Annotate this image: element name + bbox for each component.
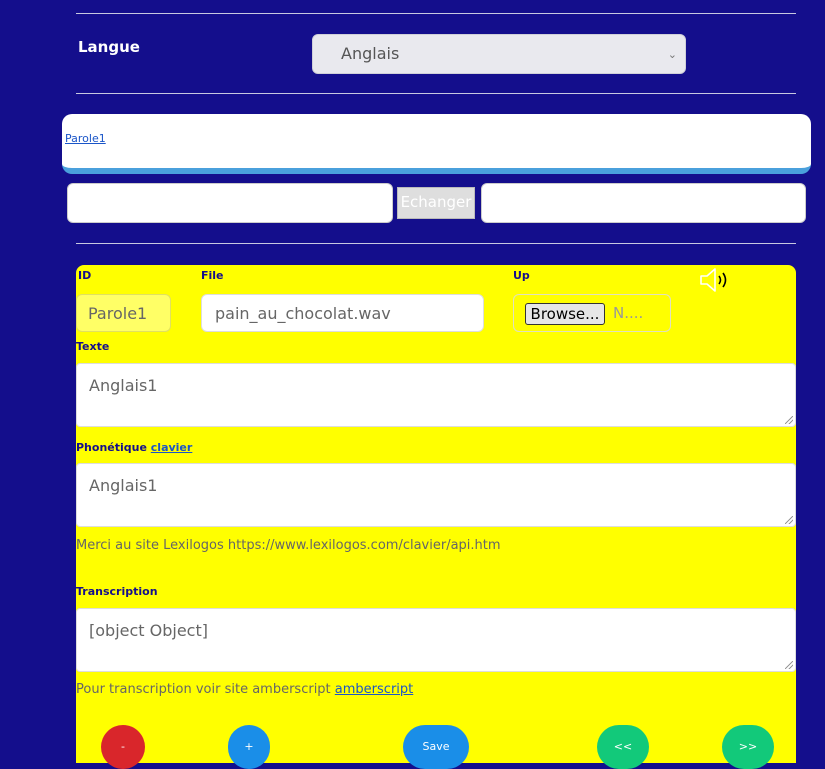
- language-selected-value: Anglais: [341, 44, 400, 63]
- phonetique-value: Anglais1: [89, 476, 158, 495]
- phonetique-label: Phonétique clavier: [76, 441, 192, 454]
- swap-right-input[interactable]: [481, 183, 806, 223]
- swap-left-input[interactable]: [67, 183, 393, 223]
- speaker-icon[interactable]: [698, 267, 734, 293]
- remove-button[interactable]: -: [101, 725, 145, 769]
- up-label: Up: [513, 269, 530, 282]
- file-label: File: [201, 269, 224, 282]
- parole-form-card: ID File Up Parole1 pain_au_chocolat.wav …: [76, 265, 796, 769]
- language-divider: [76, 93, 796, 94]
- top-divider: [76, 13, 796, 14]
- file-input-value: pain_au_chocolat.wav: [215, 304, 391, 323]
- resize-grip-icon[interactable]: [785, 516, 793, 524]
- amberscript-link[interactable]: amberscript: [335, 682, 413, 697]
- phonetique-label-text: Phonétique: [76, 441, 147, 454]
- amberscript-note-text: Pour transcription voir site amberscript: [76, 682, 331, 697]
- swap-divider: [76, 243, 796, 244]
- save-button[interactable]: Save: [403, 725, 469, 769]
- parole-tab-panel: Parole1: [62, 114, 811, 174]
- id-label: ID: [78, 269, 92, 282]
- texte-label: Texte: [76, 340, 110, 353]
- file-input[interactable]: pain_au_chocolat.wav: [201, 294, 484, 332]
- language-label: Langue: [78, 38, 140, 56]
- id-input-value: Parole1: [88, 304, 148, 323]
- transcription-label: Transcription: [76, 585, 158, 598]
- lexilogos-note: Merci au site Lexilogos https://www.lexi…: [76, 538, 501, 553]
- texte-textarea[interactable]: Anglais1: [76, 363, 796, 427]
- browse-button[interactable]: Browse...: [525, 303, 605, 325]
- tab-parole1-link[interactable]: Parole1: [65, 132, 106, 145]
- previous-button[interactable]: <<: [597, 725, 649, 769]
- clavier-link[interactable]: clavier: [151, 441, 193, 454]
- phonetique-textarea[interactable]: Anglais1: [76, 463, 796, 527]
- resize-grip-icon[interactable]: [785, 661, 793, 669]
- texte-value: Anglais1: [89, 376, 158, 395]
- transcription-textarea[interactable]: [object Object]: [76, 608, 796, 672]
- chevron-down-icon: ⌄: [667, 48, 677, 61]
- next-button[interactable]: >>: [722, 725, 774, 769]
- no-file-text: N....: [613, 304, 644, 322]
- transcription-value: [object Object]: [89, 621, 208, 640]
- amberscript-note: Pour transcription voir site amberscript…: [76, 682, 413, 697]
- add-button[interactable]: +: [228, 725, 270, 769]
- language-select[interactable]: Anglais ⌄: [312, 34, 686, 74]
- resize-grip-icon[interactable]: [785, 416, 793, 424]
- swap-button[interactable]: Echanger: [397, 187, 475, 219]
- id-input[interactable]: Parole1: [76, 294, 171, 332]
- file-upload-field: Browse... N....: [513, 294, 671, 332]
